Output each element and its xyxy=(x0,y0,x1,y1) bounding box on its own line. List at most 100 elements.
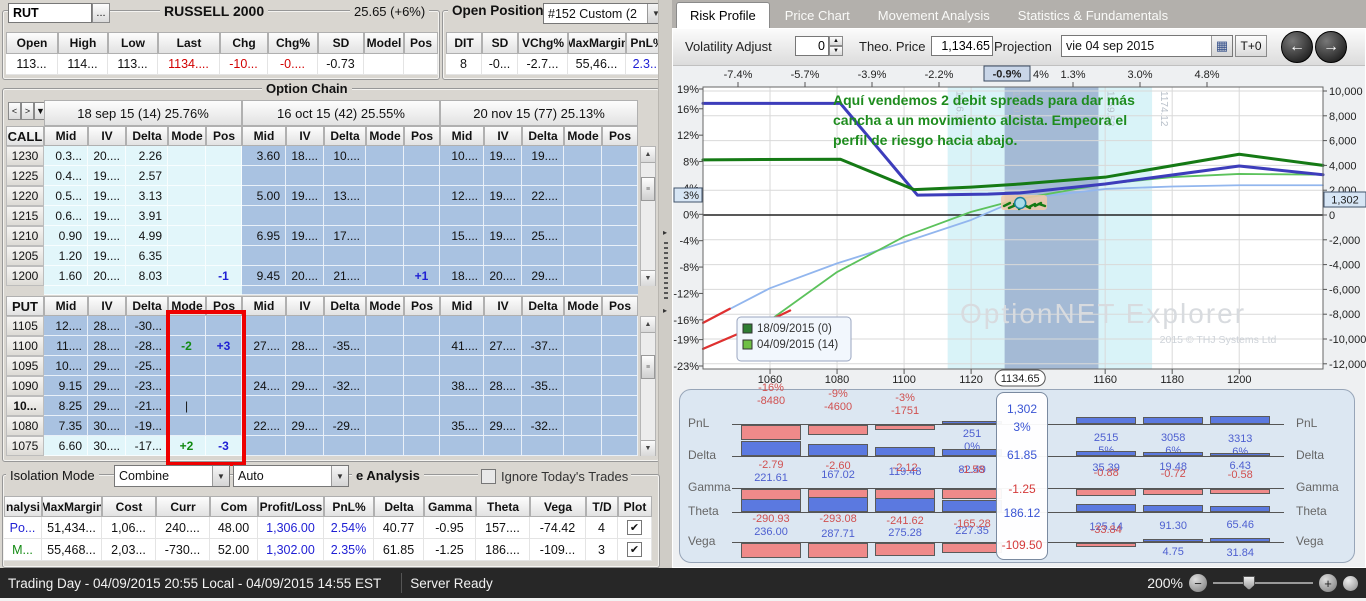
chain-cell[interactable]: 28.... xyxy=(484,376,522,396)
chain-cell[interactable] xyxy=(206,396,242,416)
chain-col-header[interactable]: Delta xyxy=(126,126,168,146)
chain-cell[interactable] xyxy=(324,246,366,266)
column-header[interactable]: SD xyxy=(318,32,364,54)
chain-cell[interactable] xyxy=(564,166,602,186)
analysis-col-header[interactable]: nalysi xyxy=(4,496,42,517)
spinner-down-icon[interactable]: ▼ xyxy=(829,46,843,56)
column-header[interactable]: Pos xyxy=(404,32,438,54)
chain-col-header[interactable]: Mode xyxy=(564,126,602,146)
column-header[interactable]: SD xyxy=(482,32,518,54)
analysis-row[interactable]: Po... 51,434... 1,06... 240.... 48.00 1,306.0… xyxy=(4,517,652,539)
ignore-trades-control[interactable]: Ignore Today's Trades xyxy=(478,469,632,484)
chain-col-header[interactable]: Pos xyxy=(206,126,242,146)
chain-cell[interactable] xyxy=(286,316,324,336)
chain-cell[interactable]: 19.... xyxy=(88,186,126,206)
chain-cell[interactable]: -19... xyxy=(126,416,168,436)
chain-cell[interactable] xyxy=(206,416,242,436)
analysis-col-header[interactable]: Cost xyxy=(102,496,156,517)
chain-cell[interactable]: -1 xyxy=(206,266,242,286)
scroll-up-icon[interactable]: ▲ xyxy=(641,317,655,333)
chain-cell[interactable] xyxy=(484,206,522,226)
chain-cell[interactable] xyxy=(564,436,602,456)
chain-cell[interactable] xyxy=(602,146,638,166)
chain-cell[interactable]: 18.... xyxy=(440,266,484,286)
chain-cell[interactable] xyxy=(404,356,440,376)
column-header[interactable]: Low xyxy=(108,32,158,54)
chain-cell[interactable]: -35... xyxy=(324,336,366,356)
chain-scrollbar[interactable]: ▲ ≡ ▼ xyxy=(640,146,656,286)
chain-cell[interactable] xyxy=(404,396,440,416)
chain-cell[interactable]: 0.3... xyxy=(44,146,88,166)
chain-cell[interactable] xyxy=(206,356,242,376)
chain-cell[interactable] xyxy=(602,186,638,206)
strike-cell[interactable]: 1205 xyxy=(6,246,44,266)
chain-cell[interactable] xyxy=(286,436,324,456)
chain-cell[interactable] xyxy=(564,376,602,396)
chain-cell[interactable] xyxy=(324,166,366,186)
chain-cell[interactable] xyxy=(440,396,484,416)
chain-cell[interactable] xyxy=(366,146,404,166)
chain-cell[interactable]: 6.60 xyxy=(44,436,88,456)
chain-cell[interactable] xyxy=(440,166,484,186)
chain-cell[interactable] xyxy=(242,246,286,266)
chain-cell[interactable] xyxy=(564,416,602,436)
volatility-adjust-input[interactable] xyxy=(795,36,829,56)
chain-cell[interactable] xyxy=(206,146,242,166)
zoom-out-button[interactable]: − xyxy=(1189,574,1207,592)
chain-cell[interactable] xyxy=(522,356,564,376)
splitter-grip[interactable] xyxy=(664,242,668,302)
chain-cell[interactable]: 29.... xyxy=(484,416,522,436)
chain-cell[interactable] xyxy=(168,376,206,396)
chain-cell[interactable]: -37... xyxy=(522,336,564,356)
chain-cell[interactable]: 4.99 xyxy=(126,226,168,246)
chain-cell[interactable] xyxy=(242,206,286,226)
strike-cell[interactable]: 1090 xyxy=(6,376,44,396)
chain-cell[interactable] xyxy=(168,416,206,436)
chain-col-header[interactable]: Delta xyxy=(522,296,564,316)
chain-col-header[interactable]: Mid xyxy=(44,126,88,146)
chain-col-header[interactable]: Pos xyxy=(602,296,638,316)
chain-cell[interactable]: 30.... xyxy=(88,416,126,436)
chain-cell[interactable] xyxy=(206,376,242,396)
chain-cell[interactable]: -28... xyxy=(126,336,168,356)
chain-cell[interactable]: 9.15 xyxy=(44,376,88,396)
chain-cell[interactable] xyxy=(366,376,404,396)
expiry-header[interactable]: 18 sep 15 (14) 25.76% xyxy=(44,100,242,126)
chain-cell[interactable] xyxy=(206,186,242,206)
analysis-col-header[interactable]: Plot xyxy=(618,496,652,517)
chain-col-header[interactable]: IV xyxy=(88,296,126,316)
chain-cell[interactable]: | xyxy=(168,396,206,416)
chain-cell[interactable] xyxy=(564,226,602,246)
chain-col-header[interactable]: Delta xyxy=(324,126,366,146)
chain-col-header[interactable]: Delta xyxy=(324,296,366,316)
strike-cell[interactable]: 1220 xyxy=(6,186,44,206)
chain-cell[interactable] xyxy=(404,166,440,186)
chain-cell[interactable] xyxy=(522,436,564,456)
chain-cell[interactable]: 19.... xyxy=(484,186,522,206)
chain-cell[interactable]: 20.... xyxy=(88,146,126,166)
chain-cell[interactable] xyxy=(366,226,404,246)
chain-prev-button[interactable]: < xyxy=(8,102,21,120)
chain-col-header[interactable]: Mode xyxy=(366,296,404,316)
chain-cell[interactable]: +1 xyxy=(404,266,440,286)
chain-cell[interactable]: 20.... xyxy=(88,266,126,286)
chain-cell[interactable]: 11.... xyxy=(44,336,88,356)
chain-cell[interactable] xyxy=(602,166,638,186)
plot-checkbox[interactable]: ✔ xyxy=(627,542,642,557)
chevron-down-icon[interactable]: ▼ xyxy=(212,466,229,486)
chain-cell[interactable] xyxy=(404,316,440,336)
chain-cell[interactable]: -32... xyxy=(522,416,564,436)
column-header[interactable]: VChg% xyxy=(518,32,568,54)
chain-cell[interactable]: -25... xyxy=(126,356,168,376)
chain-cell[interactable] xyxy=(404,186,440,206)
chain-cell[interactable]: 0.5... xyxy=(44,186,88,206)
analysis-col-header[interactable]: Delta xyxy=(374,496,424,517)
column-header[interactable]: DIT xyxy=(446,32,482,54)
chain-cell[interactable] xyxy=(242,356,286,376)
chain-cell[interactable]: -21... xyxy=(126,396,168,416)
chain-cell[interactable] xyxy=(522,206,564,226)
chain-col-header[interactable]: Mid xyxy=(440,296,484,316)
chain-cell[interactable]: +3 xyxy=(206,336,242,356)
chain-col-header[interactable]: Pos xyxy=(206,296,242,316)
chain-cell[interactable]: 10.... xyxy=(440,146,484,166)
